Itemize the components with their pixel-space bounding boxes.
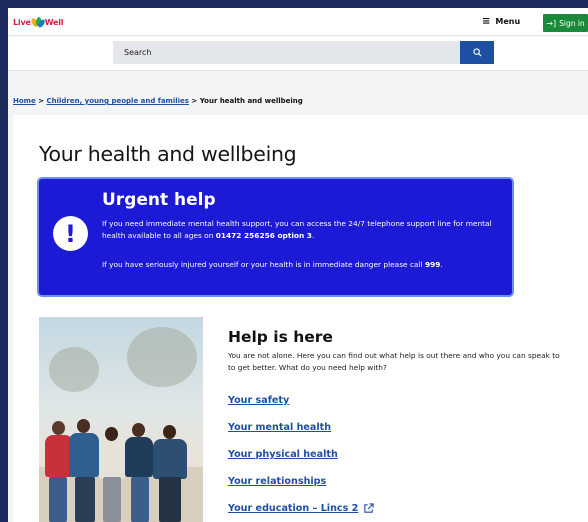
emergency-number: 999 bbox=[425, 260, 441, 269]
urgent-p2-end: . bbox=[440, 260, 443, 269]
urgent-help-panel: ! Urgent help If you need immediate ment… bbox=[39, 179, 512, 295]
link-label: Your safety bbox=[228, 395, 290, 406]
urgent-text-emergency: If you have seriously injured yourself o… bbox=[102, 259, 502, 271]
link-label: Your mental health bbox=[228, 422, 332, 433]
page-title: Your health and wellbeing bbox=[39, 142, 297, 166]
link-your-relationships[interactable]: Your relationships bbox=[228, 476, 326, 487]
search-button[interactable] bbox=[460, 41, 494, 64]
link-label: Your physical health bbox=[228, 449, 338, 460]
logo-text-well: Well bbox=[44, 17, 64, 27]
breadcrumb-home[interactable]: Home bbox=[13, 97, 36, 105]
support-phone-number: 01472 256256 option 3 bbox=[215, 231, 312, 240]
live-well-logo[interactable]: Live Well bbox=[13, 16, 64, 29]
help-heading: Help is here bbox=[228, 328, 333, 346]
main-content: Your health and wellbeing ! Urgent help … bbox=[13, 115, 588, 522]
link-your-education-lincs2[interactable]: Your education – Lincs 2 bbox=[228, 503, 374, 514]
page: Live Well ≡ Menu →] Sign in Search Home … bbox=[8, 8, 588, 522]
site-header: Live Well ≡ Menu →] Sign in bbox=[8, 8, 588, 36]
exclamation-icon: ! bbox=[53, 216, 88, 251]
breadcrumb: Home > Children, young people and famili… bbox=[13, 97, 303, 105]
menu-label: Menu bbox=[495, 17, 521, 26]
urgent-p1-end: . bbox=[311, 231, 315, 240]
link-label: Your relationships bbox=[228, 476, 327, 487]
urgent-p2-text: If you have seriously injured yourself o… bbox=[102, 260, 425, 269]
link-your-mental-health[interactable]: Your mental health bbox=[228, 422, 331, 433]
breadcrumb-children[interactable]: Children, young people and families bbox=[46, 97, 189, 105]
external-link-icon bbox=[364, 503, 374, 513]
hamburger-icon: ≡ bbox=[482, 16, 491, 27]
logo-text-live: Live bbox=[13, 17, 31, 27]
help-intro: You are not alone. Here you can find out… bbox=[228, 351, 560, 372]
menu-button[interactable]: ≡ Menu bbox=[482, 16, 520, 27]
breadcrumb-current: Your health and wellbeing bbox=[199, 97, 303, 105]
search-input[interactable]: Search bbox=[113, 41, 460, 64]
breadcrumb-separator: > bbox=[38, 97, 45, 105]
urgent-text-phone: If you need immediate mental health supp… bbox=[102, 218, 502, 242]
urgent-heading: Urgent help bbox=[102, 190, 216, 210]
link-your-safety[interactable]: Your safety bbox=[228, 395, 289, 406]
sign-in-button[interactable]: →] Sign in bbox=[543, 14, 588, 32]
search-icon bbox=[472, 48, 482, 57]
sign-in-label: Sign in bbox=[559, 18, 585, 28]
sign-in-icon: →] bbox=[546, 18, 557, 28]
link-your-physical-health[interactable]: Your physical health bbox=[228, 449, 338, 460]
young-people-photo bbox=[39, 317, 203, 522]
link-label: Your education – Lincs 2 bbox=[228, 503, 359, 514]
breadcrumb-separator: > bbox=[191, 97, 198, 105]
search-bar: Search bbox=[8, 37, 588, 71]
leaf-icon bbox=[30, 16, 46, 29]
